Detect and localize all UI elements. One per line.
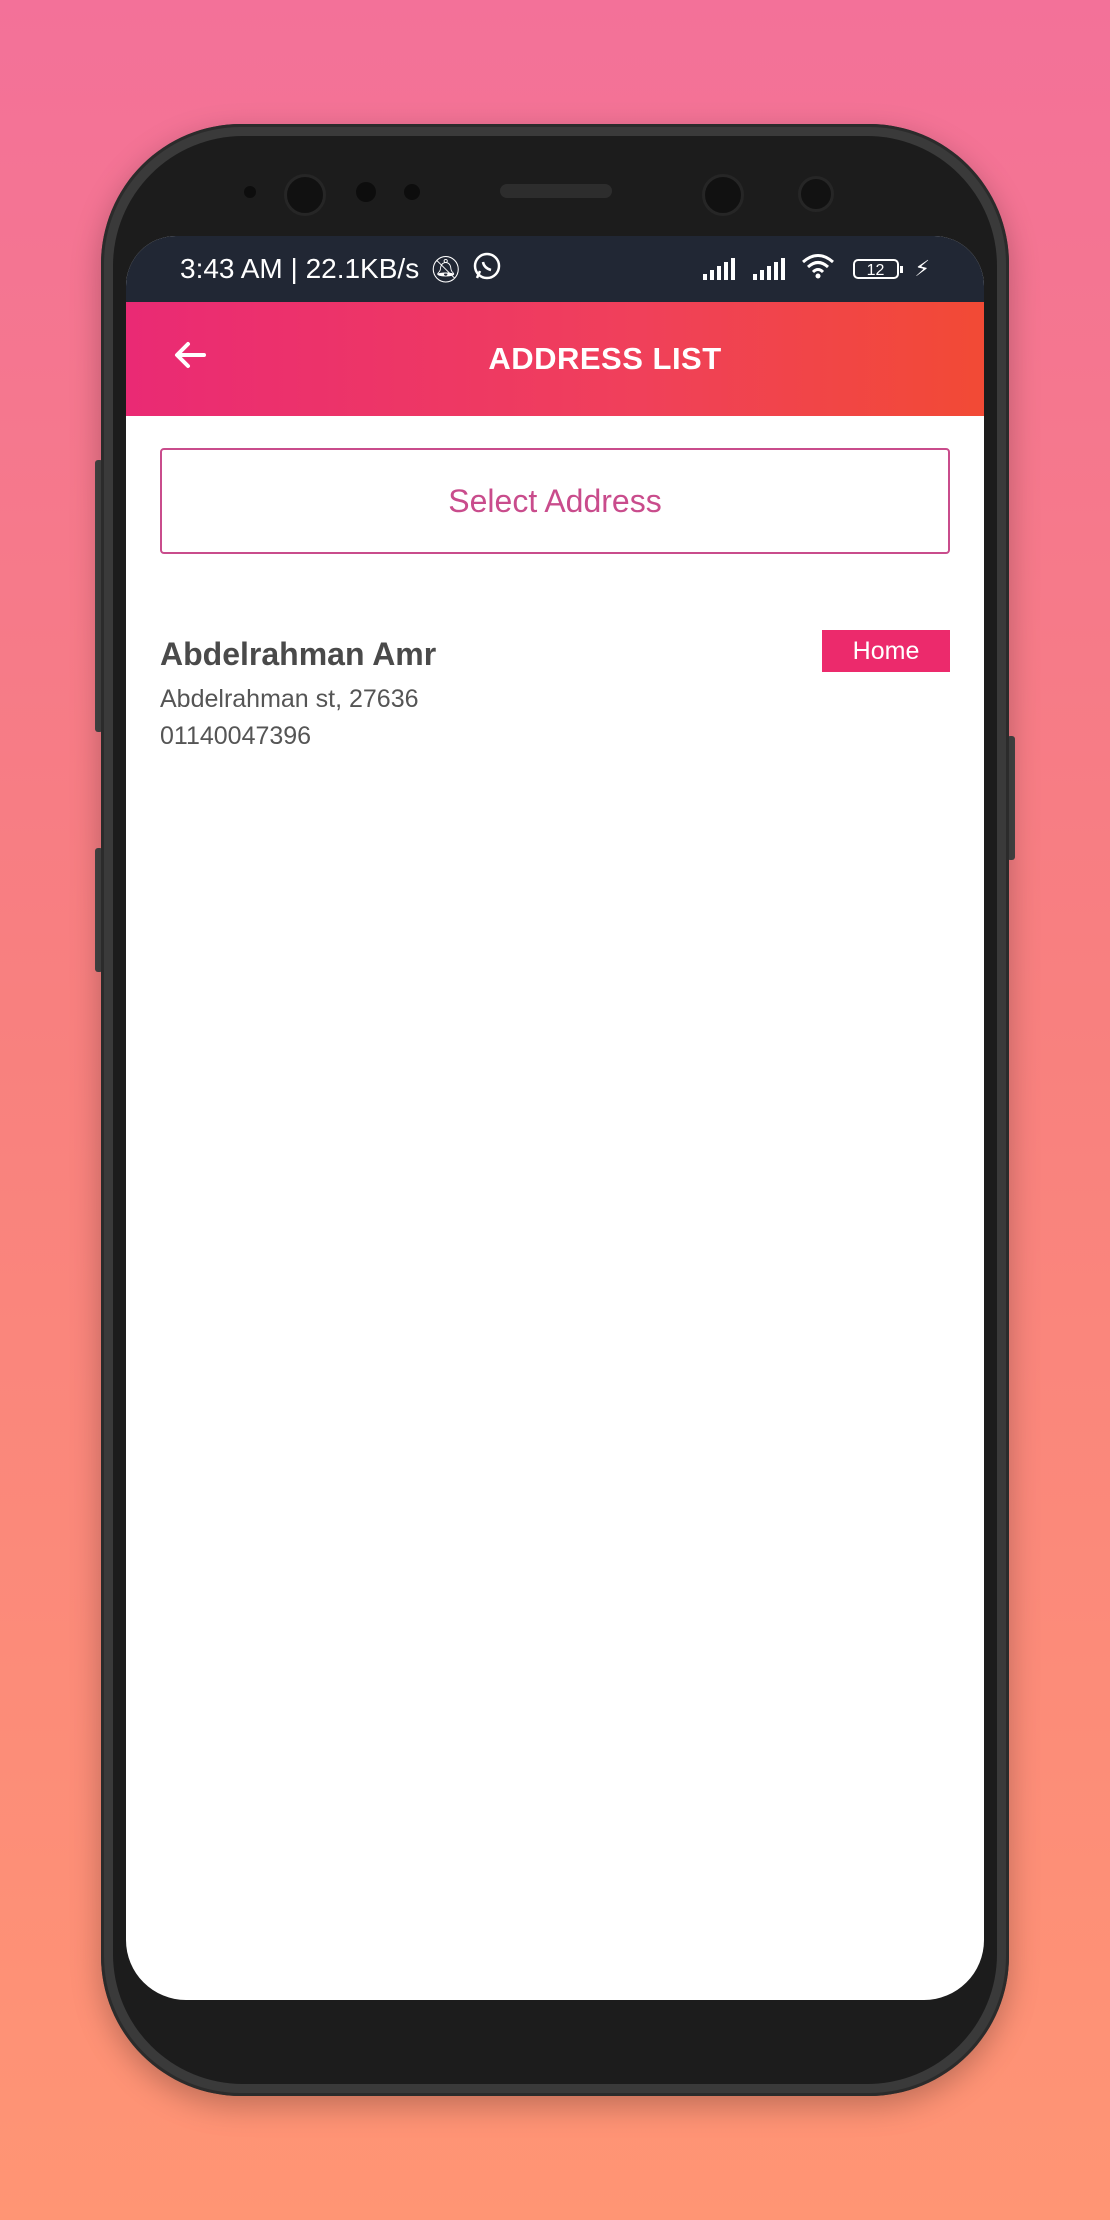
- whatsapp-icon: [472, 251, 502, 288]
- address-item[interactable]: Abdelrahman Amr Abdelrahman st, 27636 01…: [160, 630, 950, 751]
- signal-icon: [752, 258, 785, 280]
- app-bar: ADDRESS LIST: [126, 302, 984, 416]
- status-bar: 3:43 AM | 22.1KB/s 🔕︎ 12 ⚡︎: [126, 236, 984, 302]
- wifi-icon: [801, 253, 835, 286]
- earpiece-speaker: [500, 184, 612, 198]
- page-title: ADDRESS LIST: [488, 341, 722, 376]
- sensor-dot: [798, 176, 834, 212]
- address-line: Abdelrahman st, 27636: [160, 685, 419, 713]
- front-camera-2: [702, 174, 744, 216]
- front-camera: [284, 174, 326, 216]
- status-time: 3:43 AM | 22.1KB/s: [180, 253, 420, 284]
- signal-icon: [702, 258, 735, 280]
- sensor-dot: [244, 186, 256, 198]
- charging-bolt-icon: ⚡︎: [914, 256, 930, 281]
- battery-icon: 12: [852, 259, 903, 279]
- address-phone: 01140047396: [160, 722, 312, 750]
- sensor-dot: [356, 182, 376, 202]
- app-screen: 3:43 AM | 22.1KB/s 🔕︎ 12 ⚡︎ ADDRESS LIST…: [126, 236, 984, 2000]
- sensor-dot: [404, 184, 420, 200]
- mute-bell-icon: 🔕︎: [429, 253, 463, 284]
- arrow-left-icon[interactable]: [170, 335, 218, 383]
- select-address-button[interactable]: Select Address: [160, 448, 950, 554]
- address-tag-badge: Home: [822, 630, 950, 672]
